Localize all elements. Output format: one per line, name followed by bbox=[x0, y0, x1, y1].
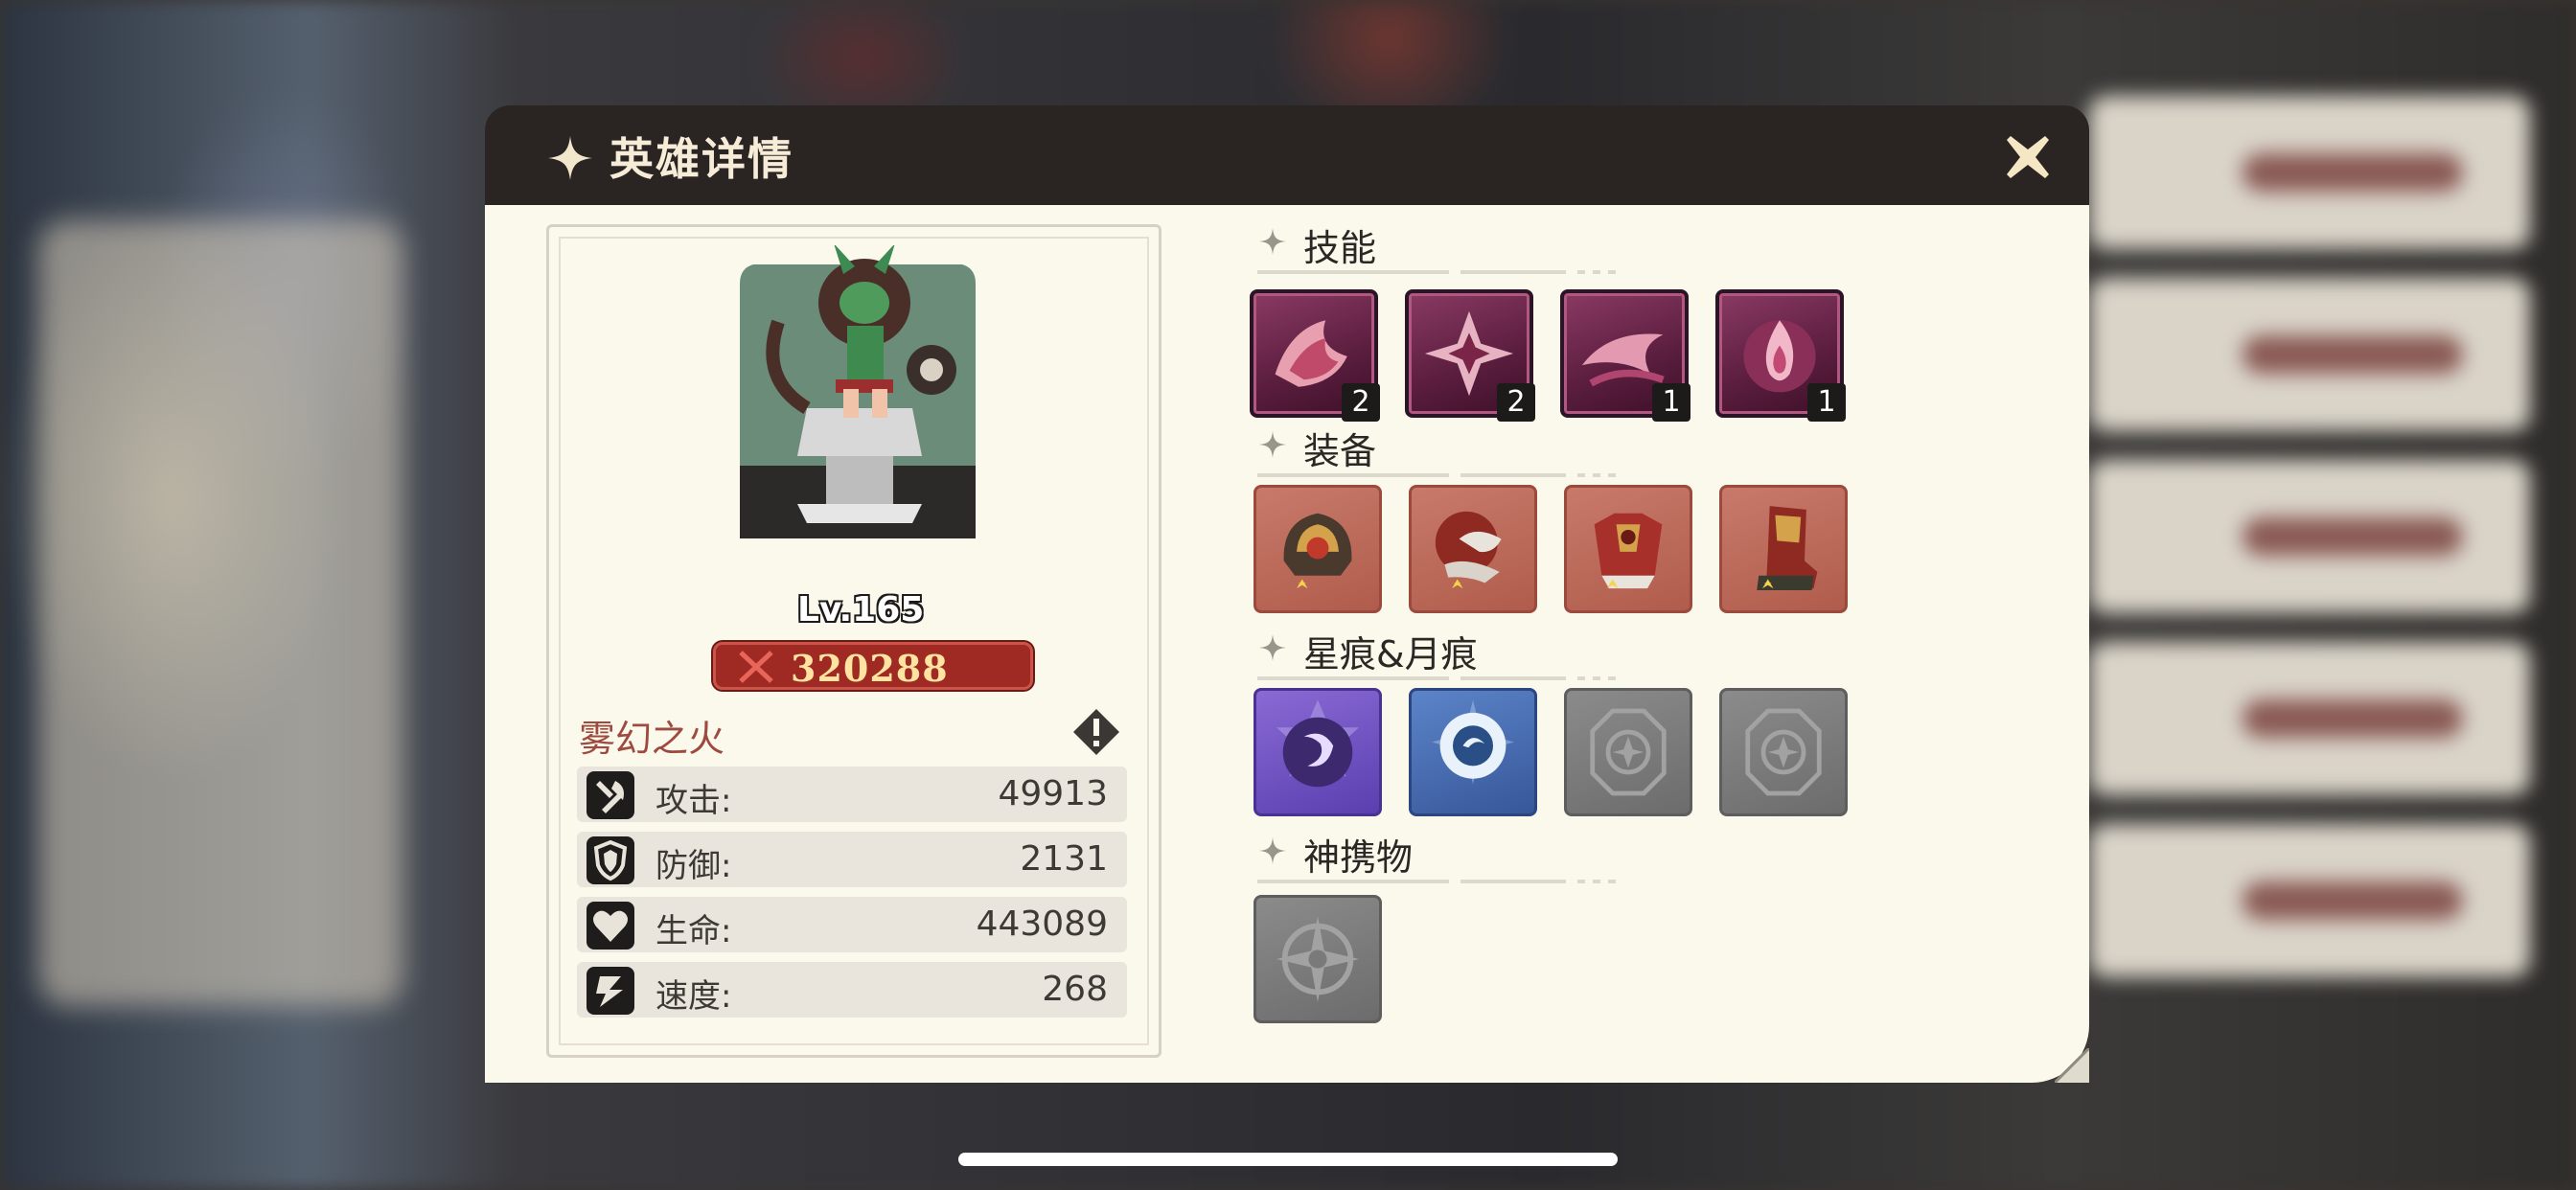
health-icon bbox=[586, 902, 634, 950]
mark-slot-3-empty[interactable] bbox=[1564, 688, 1692, 816]
skill-level-badge: 1 bbox=[1807, 383, 1846, 422]
dialog-header: 英雄详情 bbox=[485, 105, 2089, 205]
combat-power-value: 320288 bbox=[791, 647, 949, 690]
helmet-equipment-icon bbox=[1283, 513, 1352, 589]
crossed-swords-icon bbox=[739, 651, 773, 683]
empty-mark-slot-icon bbox=[1745, 708, 1822, 796]
mark-slot-1[interactable] bbox=[1254, 688, 1382, 816]
sparkle-icon bbox=[1259, 837, 1286, 864]
marks-section-header: 星痕&月痕 bbox=[1257, 623, 1660, 680]
sparkle-icon bbox=[1259, 228, 1286, 255]
defense-icon bbox=[586, 836, 634, 884]
artifact-section-header: 神携物 bbox=[1257, 826, 1660, 883]
eye-mark-icon bbox=[1432, 699, 1514, 785]
blurred-background-list bbox=[2089, 96, 2540, 996]
skill-level-badge: 2 bbox=[1342, 383, 1380, 422]
marks-title: 星痕&月痕 bbox=[1303, 633, 1478, 675]
section-divider bbox=[1257, 880, 1616, 883]
stat-label: 生命: bbox=[656, 912, 732, 950]
stat-label: 速度: bbox=[656, 977, 732, 1016]
stat-label: 防御: bbox=[656, 847, 732, 885]
stat-value: 443089 bbox=[976, 904, 1108, 944]
section-divider bbox=[1257, 270, 1616, 274]
skill-slot-2[interactable]: 2 bbox=[1405, 289, 1535, 422]
close-icon[interactable] bbox=[2001, 130, 2055, 184]
hero-name: 雾幻之火 bbox=[579, 718, 725, 760]
mark-slot-4-empty[interactable] bbox=[1719, 688, 1848, 816]
stat-value: 2131 bbox=[1020, 839, 1108, 879]
sparkle-icon bbox=[548, 136, 592, 180]
stat-row-attack: 攻击: 49913 bbox=[577, 767, 1127, 822]
page-corner-decoration bbox=[2055, 1048, 2089, 1083]
section-divider bbox=[1257, 473, 1616, 477]
speed-icon bbox=[586, 967, 634, 1015]
stat-row-speed: 速度: 268 bbox=[577, 962, 1127, 1018]
hero-portrait[interactable] bbox=[721, 245, 995, 561]
skill-slot-3[interactable]: 1 bbox=[1560, 289, 1690, 422]
stat-value: 268 bbox=[1042, 970, 1108, 1009]
skill-slot-1[interactable]: 2 bbox=[1250, 289, 1380, 422]
stat-row-defense: 防御: 2131 bbox=[577, 832, 1127, 887]
blurred-background-panel bbox=[38, 220, 402, 1006]
empty-artifact-slot-icon bbox=[1276, 916, 1359, 1002]
attack-icon bbox=[586, 771, 634, 819]
moon-mark-icon bbox=[1276, 699, 1359, 788]
combat-power-plate: 320288 bbox=[713, 642, 1033, 690]
hero-level: Lv.165 bbox=[797, 590, 925, 629]
sparkle-icon bbox=[1259, 634, 1286, 661]
skill-slot-4[interactable]: 1 bbox=[1715, 289, 1846, 422]
stat-row-health: 生命: 443089 bbox=[577, 897, 1127, 952]
info-icon[interactable] bbox=[1071, 707, 1121, 757]
sparkle-icon bbox=[1259, 431, 1286, 458]
armor-equipment-icon bbox=[1594, 513, 1663, 589]
equipment-slot-3[interactable] bbox=[1564, 485, 1692, 613]
stat-label: 攻击: bbox=[656, 782, 732, 820]
skills-section-header: 技能 bbox=[1257, 217, 1660, 274]
equipment-slot-1[interactable] bbox=[1254, 485, 1382, 613]
equipment-section-header: 装备 bbox=[1257, 420, 1660, 477]
equipment-slot-2[interactable] bbox=[1409, 485, 1537, 613]
dialog-title: 英雄详情 bbox=[610, 133, 794, 185]
equipment-slot-4[interactable] bbox=[1719, 485, 1848, 613]
stat-value: 49913 bbox=[998, 774, 1108, 813]
equipment-title: 装备 bbox=[1303, 430, 1377, 472]
artifact-title: 神携物 bbox=[1303, 836, 1414, 879]
home-indicator[interactable] bbox=[958, 1153, 1618, 1166]
skill-level-badge: 1 bbox=[1652, 383, 1690, 422]
empty-mark-slot-icon bbox=[1590, 708, 1667, 796]
gauntlet-equipment-icon bbox=[1435, 511, 1502, 589]
boots-equipment-icon bbox=[1757, 506, 1818, 590]
mark-slot-2[interactable] bbox=[1409, 688, 1537, 816]
section-divider bbox=[1257, 676, 1616, 680]
artifact-slot-empty[interactable] bbox=[1254, 895, 1382, 1023]
skill-level-badge: 2 bbox=[1497, 383, 1535, 422]
hero-details-dialog: 英雄详情 Lv.165 320288 雾幻之火 攻击: 49913 防御: 21… bbox=[485, 105, 2089, 1083]
skills-title: 技能 bbox=[1303, 227, 1377, 269]
